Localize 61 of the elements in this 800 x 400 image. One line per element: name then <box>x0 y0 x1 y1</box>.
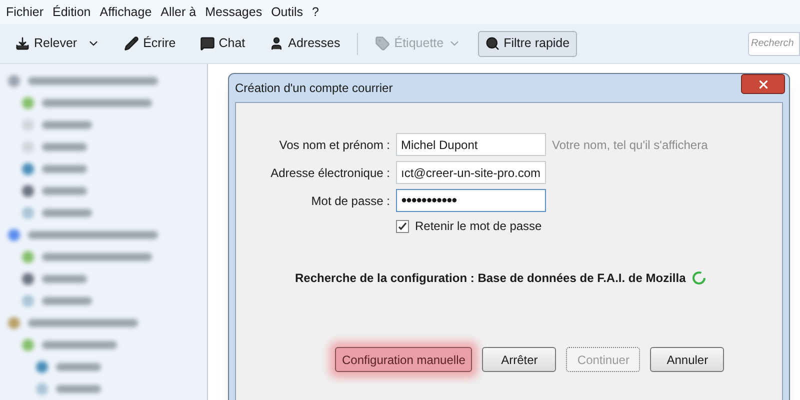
status-message: Recherche de la configuration : Base de données de F.A.I. de Mozilla <box>295 270 686 287</box>
blurred-folder-icon <box>22 163 34 175</box>
toolbar-icon <box>124 36 140 51</box>
search-field[interactable]: Recherch <box>748 32 800 56</box>
blurred-folder-icon <box>22 295 34 307</box>
blurred-folder-name <box>42 275 87 283</box>
blurred-folder-icon <box>36 383 48 395</box>
menu-item[interactable]: Aller à <box>160 2 196 22</box>
dialog-title: Création d'un compte courrier <box>235 80 393 97</box>
menu-item[interactable]: Outils <box>271 2 304 22</box>
toolbar-icon <box>484 36 500 51</box>
close-button[interactable] <box>741 74 785 94</box>
toolbar-button[interactable]: Chat <box>192 30 252 56</box>
blurred-folder-icon <box>36 361 48 373</box>
menu-item[interactable]: Édition <box>52 2 91 22</box>
menu-item[interactable]: Fichier <box>6 2 44 22</box>
blurred-folder-name <box>56 385 101 393</box>
dialog-button[interactable]: Arrêter <box>482 347 556 372</box>
input-field[interactable]: Michel Dupont <box>396 133 546 156</box>
blurred-folder-icon <box>22 141 34 153</box>
check-icon <box>398 222 407 230</box>
blurred-folder-icon <box>22 273 34 285</box>
password-field[interactable]: ●●●●●●●●●●● <box>396 189 546 212</box>
checkbox-label: Retenir le mot de passe <box>415 218 542 235</box>
blurred-folder-icon <box>22 119 34 131</box>
blurred-folder-icon <box>22 207 34 219</box>
blurred-folder-name <box>42 209 92 217</box>
field-hint: Votre nom, tel qu'il s'affichera <box>552 136 709 154</box>
toolbar-icon <box>375 36 390 51</box>
blurred-folder-name <box>42 187 87 195</box>
toolbar-icon <box>269 36 284 51</box>
toolbar-icon <box>200 36 215 51</box>
blurred-folder-name <box>42 143 87 151</box>
dialog-button[interactable]: Configuration manuelle <box>335 347 472 372</box>
blurred-folder-icon <box>8 75 20 87</box>
blurred-folder-icon <box>22 251 34 263</box>
toolbar-button[interactable]: Filtre rapide <box>478 30 577 56</box>
toolbar-icon <box>15 36 30 51</box>
blurred-folder-icon <box>22 339 34 351</box>
input-field[interactable]: ıct@creer-un-site-pro.com <box>396 161 546 184</box>
field-label: Mot de passe : <box>310 192 390 210</box>
field-label: Vos nom et prénom : <box>278 136 390 154</box>
toolbar-button[interactable]: Relever <box>8 30 108 56</box>
menu-item[interactable]: Affichage <box>100 2 152 22</box>
field-label: Adresse électronique : <box>270 164 390 182</box>
dialog-button[interactable]: Annuler <box>650 347 724 372</box>
blurred-folder-name <box>42 121 92 129</box>
checkbox[interactable] <box>396 220 409 232</box>
blurred-folder-name <box>56 363 101 371</box>
spinner-icon <box>692 271 706 285</box>
blurred-folder-icon <box>22 185 34 197</box>
toolbar-button[interactable]: Adresses <box>262 30 348 56</box>
close-icon <box>756 78 770 90</box>
toolbar-button[interactable]: Écrire <box>117 30 183 56</box>
blurred-folder-name <box>42 165 87 173</box>
blurred-folder-icon <box>8 317 20 329</box>
blurred-folder-icon <box>22 97 34 109</box>
blurred-folder-name <box>42 297 92 305</box>
menu-item[interactable]: ? <box>312 2 319 22</box>
menu-item[interactable]: Messages <box>205 2 262 22</box>
blurred-folder-icon <box>8 229 20 241</box>
